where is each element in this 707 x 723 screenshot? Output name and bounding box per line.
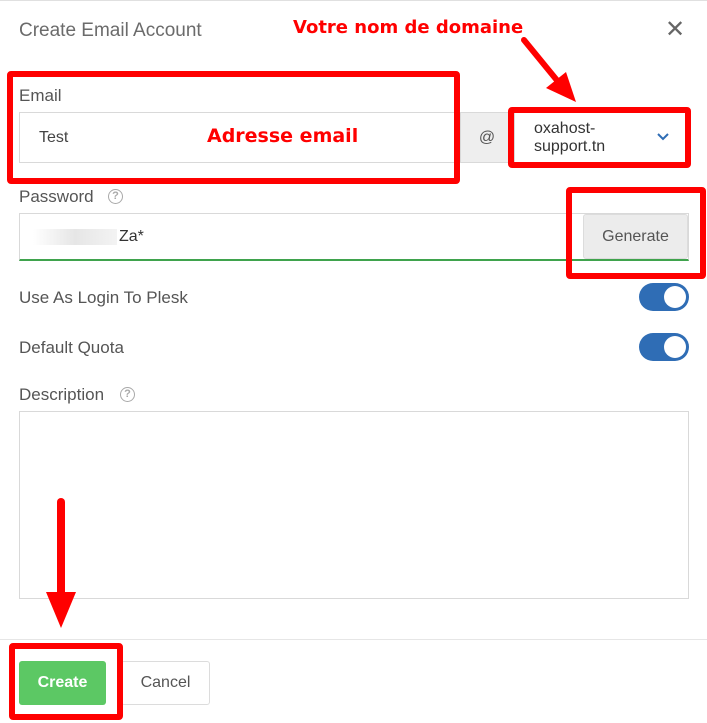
use-as-login-toggle[interactable]	[639, 283, 689, 311]
annotation-box-create	[9, 643, 123, 720]
annotation-arrow-domain	[521, 37, 576, 102]
help-icon[interactable]: ?	[108, 189, 123, 204]
at-sign: @	[460, 112, 514, 163]
top-border	[0, 0, 707, 1]
annotation-domain-note: Votre nom de domaine	[293, 17, 524, 38]
cancel-button[interactable]: Cancel	[121, 661, 210, 705]
help-icon[interactable]: ?	[120, 387, 135, 402]
annotation-box-domain	[508, 107, 691, 168]
use-as-login-label: Use As Login To Plesk	[19, 288, 188, 307]
description-label: Description	[19, 385, 105, 404]
dialog-title: Create Email Account	[19, 20, 202, 41]
description-textarea[interactable]	[19, 411, 689, 599]
toggle-knob	[664, 286, 686, 308]
default-quota-toggle[interactable]	[639, 333, 689, 361]
footer-divider	[0, 639, 707, 640]
annotation-box-generate	[566, 187, 706, 279]
annotation-arrow-create	[46, 498, 76, 628]
close-icon[interactable]: ✕	[664, 18, 686, 42]
toggle-knob	[664, 336, 686, 358]
password-label: Password	[19, 187, 94, 206]
password-mask	[33, 229, 117, 245]
annotation-email-note: Adresse email	[207, 125, 359, 147]
default-quota-label: Default Quota	[19, 338, 124, 357]
password-input-value: Za*	[119, 228, 144, 245]
